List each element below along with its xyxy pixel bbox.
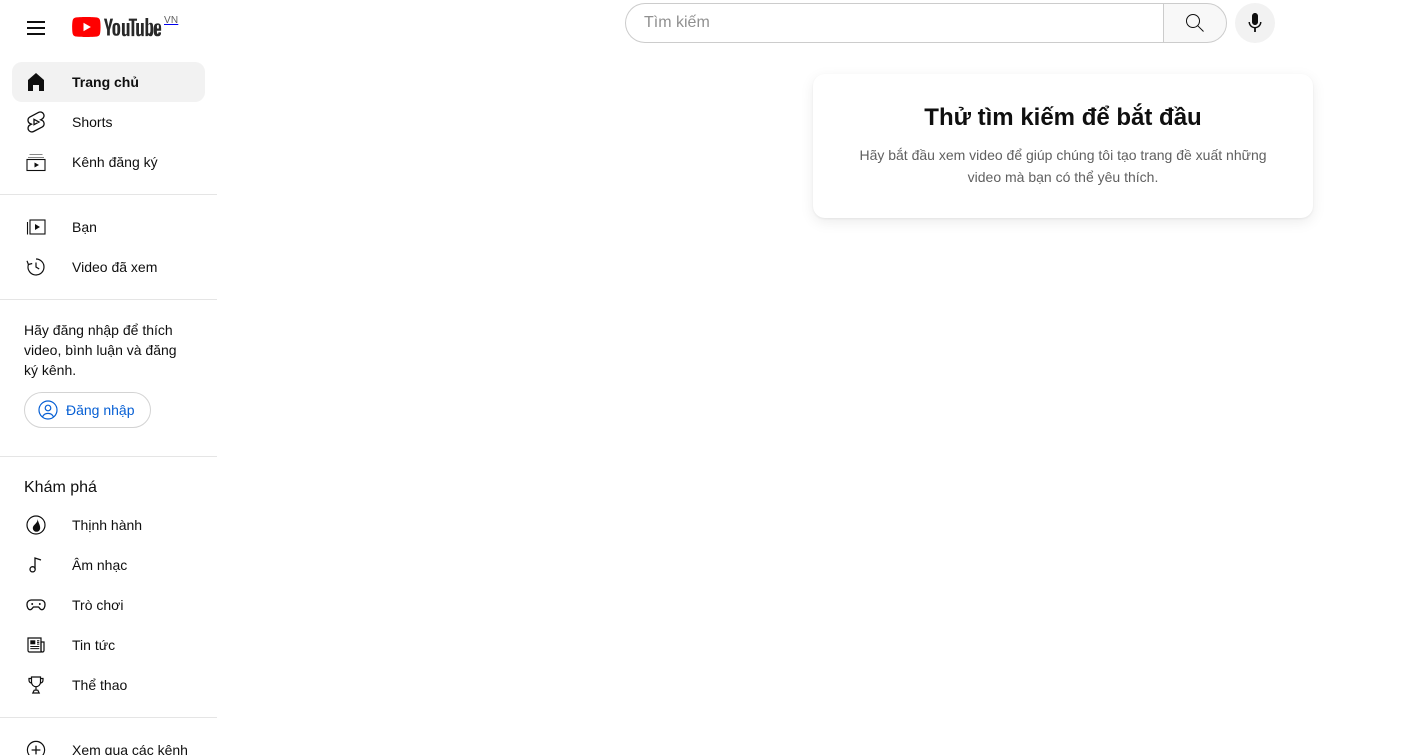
sidebar-item-sports-label: Thể thao [72,677,128,693]
sidebar-divider-2 [0,299,217,300]
signin-button-label: Đăng nhập [66,402,135,418]
youtube-logo[interactable]: VN [72,8,178,48]
history-clock-icon [24,255,48,279]
empty-state-title: Thử tìm kiếm để bắt đầu [924,104,1202,131]
empty-state-subtitle: Hãy bắt đầu xem video để giúp chúng tôi … [859,147,1267,185]
plus-circle-icon [24,738,48,755]
explore-section-title: Khám phá [24,479,97,496]
signin-prompt-text: Hãy đăng nhập để thích video, bình luận … [24,322,177,378]
sidebar-item-gaming[interactable]: Trò chơi [12,585,205,625]
gaming-controller-icon [24,593,48,617]
trending-flame-icon [24,513,48,537]
microphone-icon [1248,13,1262,32]
sidebar-divider-1 [0,194,217,195]
sidebar-primary-section: Trang chủ Shorts Kênh đăng ký [0,62,217,182]
you-library-icon [24,215,48,239]
search-input[interactable] [642,10,1163,36]
sidebar-divider-4 [0,717,217,718]
hamburger-bar-2 [27,27,45,29]
sidebar-item-home-label: Trang chủ [72,74,139,90]
sidebar-item-sports[interactable]: Thể thao [12,665,205,705]
sidebar-item-gaming-label: Trò chơi [72,597,124,613]
sidebar-item-shorts-label: Shorts [72,114,113,130]
sidebar-item-music-label: Âm nhạc [72,557,128,573]
voice-search-button[interactable] [1235,3,1275,43]
shorts-icon [24,110,48,134]
sidebar-item-history-label: Video đã xem [72,259,158,275]
masthead-left: VN [0,0,178,56]
country-code-label: VN [164,15,179,26]
signin-block: Hãy đăng nhập để thích video, bình luận … [0,312,217,444]
home-icon [24,70,48,94]
sidebar-item-news[interactable]: Tin tức [12,625,205,665]
sidebar: Trang chủ Shorts Kênh đăng ký Bạn Video … [0,56,217,755]
music-note-icon [24,553,48,577]
sidebar-item-home[interactable]: Trang chủ [12,62,205,102]
sidebar-item-news-label: Tin tức [72,637,116,653]
news-paper-icon [24,633,48,657]
subscriptions-icon [24,150,48,174]
search-icon [1186,14,1204,32]
sidebar-item-history[interactable]: Video đã xem [12,247,205,287]
sidebar-item-trending[interactable]: Thịnh hành [12,505,205,545]
search-area [625,3,1275,43]
hamburger-bars [27,17,45,39]
search-button[interactable] [1163,3,1227,43]
hamburger-bar-3 [27,33,45,35]
sports-trophy-icon [24,673,48,697]
sidebar-divider-3 [0,456,217,457]
masthead: VN [0,0,1409,56]
sidebar-item-subscriptions-label: Kênh đăng ký [72,154,158,170]
signin-button[interactable]: Đăng nhập [24,392,151,428]
account-circle-icon [38,400,58,420]
sidebar-item-you[interactable]: Bạn [12,207,205,247]
youtube-logo-icon [72,17,162,37]
search-form [625,3,1227,43]
sidebar-item-music[interactable]: Âm nhạc [12,545,205,585]
sidebar-explore-section: Khám phá Thịnh hành Âm nhạc Trò chơi Tin… [0,469,217,705]
main-content: Thử tìm kiếm để bắt đầu Hãy bắt đầu xem … [217,56,1409,755]
sidebar-item-shorts[interactable]: Shorts [12,102,205,142]
search-box[interactable] [625,3,1163,43]
empty-state-card: Thử tìm kiếm để bắt đầu Hãy bắt đầu xem … [813,74,1313,218]
sidebar-item-you-label: Bạn [72,219,97,235]
sidebar-browse-section: Xem qua các kênh [0,730,217,755]
sidebar-item-subscriptions[interactable]: Kênh đăng ký [12,142,205,182]
hamburger-menu-icon[interactable] [16,8,56,48]
sidebar-item-browse-channels-label: Xem qua các kênh [72,742,188,755]
hamburger-bar-1 [27,21,45,23]
sidebar-item-trending-label: Thịnh hành [72,517,143,533]
sidebar-item-browse-channels[interactable]: Xem qua các kênh [12,730,205,755]
sidebar-secondary-section: Bạn Video đã xem [0,207,217,287]
